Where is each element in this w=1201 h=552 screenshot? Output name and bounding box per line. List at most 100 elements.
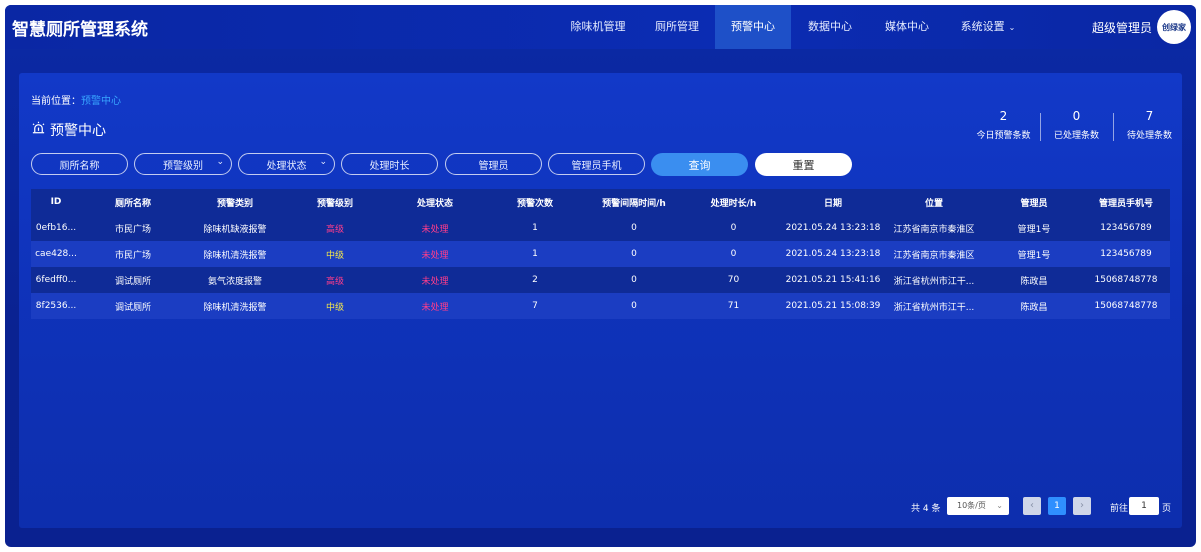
admin-input[interactable]: 管理员	[445, 153, 542, 175]
col-toilet-name-cell: 调试厕所	[114, 276, 151, 287]
col-alert-type-header: 预警类别	[216, 198, 253, 209]
col-admin-cell: 陈政昌	[1020, 302, 1048, 313]
process-status-select[interactable]: 处理状态 ⌄	[238, 153, 335, 175]
nav-item-label: 系统设置	[960, 20, 1005, 33]
col-date-cell: 2021.05.21 15:41:16	[785, 275, 881, 285]
chevron-down-icon: ⌄	[319, 157, 327, 167]
col-alert-count-cell: 1	[532, 223, 538, 233]
col-alert-count-cell: 7	[532, 301, 538, 311]
next-page-button[interactable]: ›	[1073, 497, 1091, 515]
col-id-header: ID	[50, 197, 62, 207]
page-size-select[interactable]: 10条/页 ⌄	[947, 497, 1009, 515]
nav-item-label: 数据中心	[808, 20, 852, 33]
col-admin-cell: 管理1号	[1017, 224, 1051, 235]
goto-label: 前往	[1110, 504, 1129, 514]
page-size-value: 10条/页	[957, 501, 986, 510]
stat-label: 今日预警条数	[976, 131, 1031, 141]
select-placeholder: 预警级别	[163, 160, 203, 172]
top-header: 智慧厕所管理系统 除味机管理 厕所管理 预警中心 数据中心 媒体中心 系统设置 ⌄…	[5, 5, 1196, 49]
col-admin-phone-cell: 123456789	[1100, 249, 1152, 259]
app-title: 智慧厕所管理系统	[12, 20, 148, 40]
col-alert-level-header: 预警级别	[316, 198, 353, 209]
col-alert-type-cell: 除味机清洗报警	[203, 250, 267, 261]
col-alert-type-cell: 除味机清洗报警	[203, 302, 267, 313]
col-alert-level-cell: 中级	[325, 250, 344, 261]
col-date-cell: 2021.05.24 13:23:18	[785, 249, 881, 259]
stat-value: 0	[1072, 109, 1081, 123]
col-alert-level-cell: 高级	[325, 224, 344, 235]
col-admin-phone-cell: 15068748778	[1094, 301, 1158, 311]
nav-item-deodorizer[interactable]: 除味机管理	[557, 5, 639, 49]
goto-page-input[interactable]: 1	[1129, 497, 1159, 515]
col-admin-cell: 管理1号	[1017, 250, 1051, 261]
col-location-cell: 浙江省杭州市江干...	[893, 276, 975, 287]
stat-label: 待处理条数	[1126, 131, 1172, 141]
col-alert-interval-cell: 0	[631, 301, 637, 311]
col-date-header: 日期	[823, 198, 842, 209]
table-row[interactable]: 0efb16... 市民广场 除味机缺液报警 高级 未处理 1 0 0 2021.05.24 1…	[31, 215, 1170, 241]
col-id-cell: 0efb16...	[35, 223, 77, 233]
nav-item-system-settings[interactable]: 系统设置 ⌄	[945, 5, 1031, 49]
col-admin-header: 管理员	[1020, 198, 1048, 209]
query-button[interactable]: 查询	[651, 153, 748, 176]
chevron-down-icon: ⌄	[996, 501, 1003, 510]
nav-item-media-center[interactable]: 媒体中心	[869, 5, 945, 49]
table-row[interactable]: 8f2536... 调试厕所 除味机清洗报警 中级 未处理 7 0 71 2021.05.21 …	[31, 293, 1170, 319]
table-row[interactable]: cae428... 市民广场 除味机清洗报警 中级 未处理 1 0 0 2021.05.24 1…	[31, 241, 1170, 267]
process-duration-input[interactable]: 处理时长	[341, 153, 438, 175]
page-header: 预警中心	[31, 120, 106, 140]
col-alert-level-cell: 中级	[325, 302, 344, 313]
pagination: 共 4 条 10条/页 ⌄ ‹ 1 › 前往 1 页	[19, 497, 1182, 519]
col-alert-count-cell: 1	[532, 249, 538, 259]
stat-value: 7	[1145, 109, 1154, 123]
col-toilet-name-cell: 市民广场	[114, 250, 151, 261]
user-name[interactable]: 超级管理员	[1092, 19, 1152, 36]
prev-page-button[interactable]: ‹	[1023, 497, 1041, 515]
toilet-name-input[interactable]: 厕所名称	[31, 153, 128, 175]
nav-item-label: 除味机管理	[570, 20, 626, 33]
table-row[interactable]: 6fedff0... 调试厕所 氨气浓度报警 高级 未处理 2 0 70 2021.05.21 …	[31, 267, 1170, 293]
col-process-status-header: 处理状态	[416, 198, 453, 209]
admin-phone-input[interactable]: 管理员手机	[548, 153, 645, 175]
reset-button[interactable]: 重置	[755, 153, 852, 176]
col-admin-phone-header: 管理员手机号	[1098, 198, 1153, 209]
nav-item-toilet[interactable]: 厕所管理	[639, 5, 715, 49]
avatar[interactable]: 创绿家	[1157, 10, 1191, 44]
stat-processed: 0 已处理条数	[1040, 109, 1113, 145]
stats-summary: 2 今日预警条数 0 已处理条数 7 待处理条数	[967, 109, 1186, 145]
nav-item-alert-center[interactable]: 预警中心	[715, 5, 791, 49]
page-number-button[interactable]: 1	[1048, 497, 1066, 515]
stat-today-alerts: 2 今日预警条数	[967, 109, 1040, 145]
breadcrumb-current[interactable]: 预警中心	[81, 96, 121, 107]
table-header: ID 厕所名称 预警类别 预警级别 处理状态 预警次数 预警间隔时间/h 处理时长/h 日期 位置…	[31, 189, 1170, 215]
col-alert-type-cell: 除味机缺液报警	[203, 224, 267, 235]
col-id-cell: 6fedff0...	[35, 275, 77, 285]
chevron-left-icon: ‹	[1030, 500, 1034, 511]
col-location-cell: 浙江省杭州市江干...	[893, 302, 975, 313]
col-alert-interval-cell: 0	[631, 275, 637, 285]
col-admin-phone-cell: 15068748778	[1094, 275, 1158, 285]
col-date-cell: 2021.05.24 13:23:18	[785, 223, 881, 233]
col-process-status-cell: 未处理	[421, 276, 449, 287]
col-toilet-name-header: 厕所名称	[114, 198, 151, 209]
select-placeholder: 处理状态	[266, 160, 307, 172]
col-toilet-name-cell: 市民广场	[114, 224, 151, 235]
stat-pending: 7 待处理条数	[1113, 109, 1186, 145]
col-admin-phone-cell: 123456789	[1100, 223, 1152, 233]
nav-item-data-center[interactable]: 数据中心	[791, 5, 869, 49]
nav-item-label: 媒体中心	[885, 20, 929, 33]
alert-level-select[interactable]: 预警级别 ⌄	[134, 153, 232, 175]
col-process-status-cell: 未处理	[421, 302, 449, 313]
nav-item-label: 厕所管理	[655, 20, 699, 33]
col-admin-cell: 陈政昌	[1020, 276, 1048, 287]
col-process-duration-cell: 0	[730, 223, 737, 233]
page-title: 预警中心	[50, 123, 106, 139]
breadcrumb: 当前位置：预警中心	[31, 92, 121, 107]
page-unit-label: 页	[1162, 504, 1172, 514]
nav-item-label: 预警中心	[731, 20, 775, 33]
pagination-total: 共 4 条	[911, 504, 941, 514]
col-alert-interval-cell: 0	[631, 223, 637, 233]
stat-value: 2	[999, 109, 1008, 123]
col-alert-count-header: 预警次数	[516, 198, 553, 209]
stat-label: 已处理条数	[1053, 131, 1099, 141]
